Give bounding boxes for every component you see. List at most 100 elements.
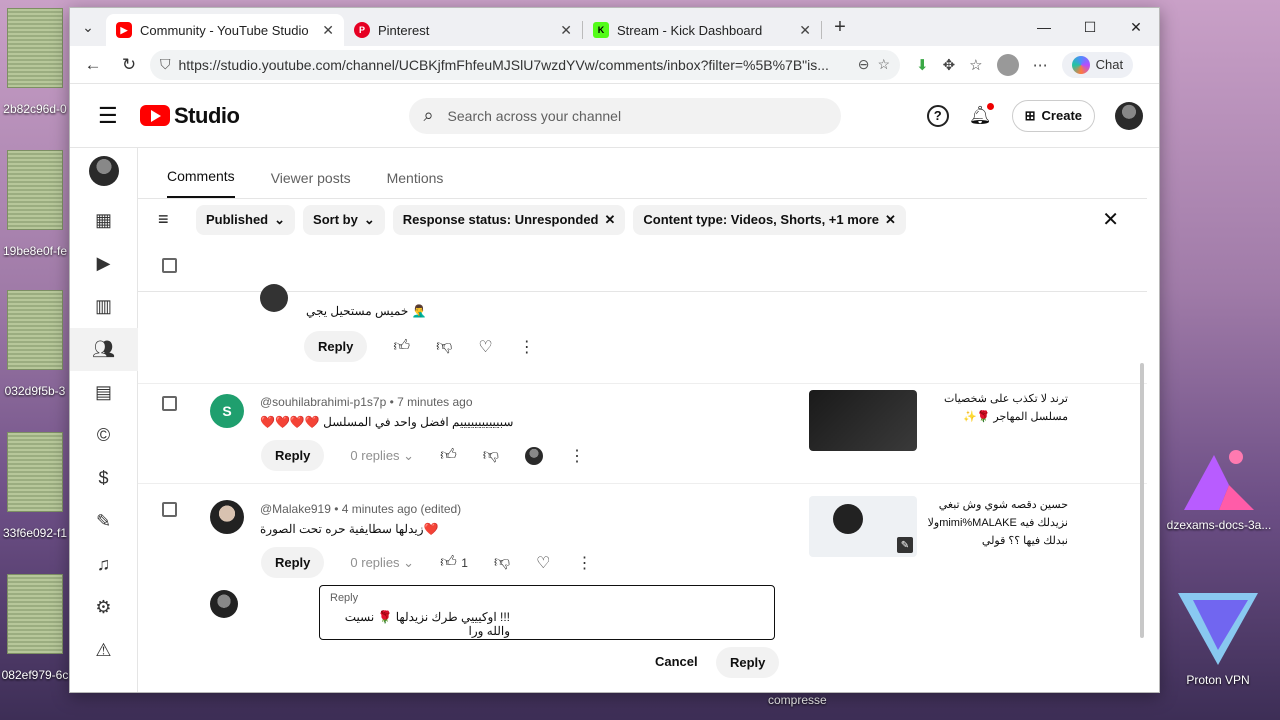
filter-icon[interactable]: ≡ <box>158 209 188 230</box>
response-status-filter[interactable]: Response status: Unresponded ✕ <box>392 204 626 235</box>
video-title[interactable]: حسين دقصه شوي وش تبغي نزيدلك فيه mimi%MA… <box>918 496 1068 550</box>
favorite-star-icon[interactable]: ☆ <box>877 56 890 73</box>
create-button[interactable]: ⊞ Create <box>1011 99 1095 132</box>
back-button[interactable]: ← <box>78 50 108 80</box>
comment-avatar <box>260 284 288 312</box>
dashboard-icon[interactable]: ▦ <box>70 199 138 242</box>
analytics-icon[interactable]: ▥ <box>70 285 138 328</box>
settings-icon[interactable]: ⚙ <box>70 586 138 629</box>
community-icon[interactable]: 👥︎ <box>70 328 138 371</box>
tab-list-dropdown[interactable]: ⌄ <box>70 8 106 46</box>
close-window-icon[interactable]: ✕ <box>1113 8 1159 46</box>
feedback-icon[interactable]: ⚠ <box>70 629 138 672</box>
search-input[interactable]: ⌕ Search across your channel <box>409 97 842 134</box>
comment-item: 🤦‍♂️ خميس مستحيل يجي Reply 👍︎ 👎︎ ♡ ⋮ <box>138 284 1147 369</box>
help-icon[interactable]: ? <box>926 104 949 127</box>
select-all-checkbox[interactable] <box>162 258 177 273</box>
tab-youtube-studio[interactable]: ▶ Community - YouTube Studio ✕ <box>106 14 344 46</box>
download-extension-icon[interactable]: ⬇ <box>916 56 929 74</box>
clear-filters-icon[interactable]: ✕ <box>1102 207 1119 232</box>
reply-button[interactable]: Reply <box>304 331 368 362</box>
extensions-icon[interactable]: ✥ <box>943 56 956 74</box>
heart-icon[interactable]: ♡ <box>536 553 550 573</box>
like-icon[interactable]: 👍︎ <box>393 337 410 356</box>
published-filter[interactable]: Published ⌄ <box>196 204 296 235</box>
maximize-icon[interactable]: ☐ <box>1067 8 1113 46</box>
dzexams-desktop-icon[interactable]: dzexams-docs-3a... <box>1160 445 1278 532</box>
select-all-row <box>138 240 1147 292</box>
replies-toggle[interactable]: 0 replies ⌄ <box>350 448 414 464</box>
audio-library-icon[interactable]: ♫ <box>70 543 138 586</box>
creator-heart-avatar[interactable] <box>525 446 544 465</box>
protonvpn-desktop-icon[interactable]: Proton VPN <box>1168 585 1268 687</box>
dislike-icon[interactable]: 👎︎ <box>483 446 499 465</box>
reply-textbox[interactable]: Reply !!! اوكيييي طرك نزيدلها 🌹 نسيت وال… <box>319 585 775 640</box>
tab-mentions[interactable]: Mentions <box>387 170 444 198</box>
tab-viewer-posts[interactable]: Viewer posts <box>271 170 351 198</box>
copilot-button[interactable]: Chat <box>1061 51 1134 78</box>
filter-label: Content type: Videos, Shorts, +1 more <box>643 212 880 227</box>
customization-icon[interactable]: ✎ <box>70 500 138 543</box>
tab-kick[interactable]: K Stream - Kick Dashboard ✕ <box>583 14 821 46</box>
content-icon[interactable]: ▶ <box>70 242 138 285</box>
protonvpn-logo-icon <box>1178 593 1258 665</box>
remove-filter-icon[interactable]: ✕ <box>605 212 616 228</box>
video-thumbnail[interactable] <box>809 390 917 451</box>
close-tab-icon[interactable]: ✕ <box>322 22 334 39</box>
desktop-icon-1[interactable]: 2b82c96d-0 <box>0 8 70 116</box>
more-actions-icon[interactable]: ⋮ <box>577 553 593 573</box>
like-icon[interactable]: 👍︎ <box>440 446 457 465</box>
sort-by-filter[interactable]: Sort by ⌄ <box>303 204 385 235</box>
heart-icon[interactable]: ♡ <box>478 337 492 357</box>
reply-author-avatar <box>210 590 238 618</box>
edit-icon[interactable]: ✎ <box>897 537 913 553</box>
desktop-icon-3[interactable]: 032d9f5b-3 <box>0 290 70 398</box>
remove-filter-icon[interactable]: ✕ <box>885 212 896 228</box>
dzexams-label: dzexams-docs-3a... <box>1166 518 1272 532</box>
copyright-icon[interactable]: © <box>70 414 138 457</box>
new-tab-button[interactable]: + <box>822 16 858 39</box>
tab-title: Stream - Kick Dashboard <box>617 22 763 38</box>
refresh-button[interactable]: ↻ <box>114 50 144 80</box>
more-actions-icon[interactable]: ⋮ <box>569 446 585 466</box>
like-icon[interactable]: 👍︎ 1 <box>440 553 468 572</box>
zoom-icon[interactable]: ⊖ <box>858 56 870 73</box>
channel-avatar[interactable] <box>88 156 119 186</box>
earn-icon[interactable]: $ <box>70 457 138 500</box>
video-title[interactable]: ترند لا تكذب على شخصيات مسلسل المهاجر 🌹✨ <box>918 390 1068 426</box>
comment-author[interactable]: @Malake919 <box>260 502 331 516</box>
video-thumbnail[interactable]: ✎ <box>809 496 917 557</box>
subtitles-icon[interactable]: ▤ <box>70 371 138 414</box>
site-info-icon[interactable]: ⛉ <box>160 56 171 73</box>
reply-button[interactable]: Reply <box>261 547 325 578</box>
menu-icon[interactable]: ☰ <box>98 103 138 129</box>
favorites-icon[interactable]: ☆ <box>969 56 982 74</box>
tab-pinterest[interactable]: P Pinterest ✕ <box>344 14 582 46</box>
cancel-button[interactable]: Cancel <box>655 654 698 669</box>
dislike-icon[interactable]: 👎︎ <box>436 337 452 356</box>
comment-checkbox[interactable] <box>162 396 177 411</box>
account-avatar[interactable] <box>1115 101 1143 130</box>
scrollbar[interactable] <box>1140 363 1144 638</box>
close-tab-icon[interactable]: ✕ <box>560 22 572 39</box>
url-field[interactable]: ⛉ https://studio.youtube.com/channel/UCB… <box>150 49 900 80</box>
tab-comments[interactable]: Comments <box>167 168 235 198</box>
desktop-icon-2[interactable]: 19be8e0f-fe <box>0 150 70 258</box>
replies-toggle[interactable]: 0 replies ⌄ <box>350 555 414 571</box>
submit-reply-button[interactable]: Reply <box>716 647 780 678</box>
reply-button[interactable]: Reply <box>261 440 325 471</box>
desktop-icon-4[interactable]: 33f6e092-f1 <box>0 432 70 540</box>
more-actions-icon[interactable]: ⋮ <box>519 337 535 357</box>
notifications-bell-icon[interactable]: 🔔︎ <box>969 103 994 126</box>
studio-logo[interactable]: Studio <box>140 103 240 129</box>
desktop-icon-5[interactable]: 082ef979-6c <box>0 574 70 682</box>
close-tab-icon[interactable]: ✕ <box>799 22 811 39</box>
comment-author[interactable]: @souhilabrahimi-p1s7p <box>260 395 386 409</box>
content-type-filter[interactable]: Content type: Videos, Shorts, +1 more ✕ <box>633 204 906 235</box>
reply-input-text[interactable]: !!! اوكيييي طرك نزيدلها 🌹 نسيت والله ورا <box>330 610 510 638</box>
profile-icon[interactable] <box>996 53 1019 76</box>
comment-checkbox[interactable] <box>162 502 177 517</box>
dislike-icon[interactable]: 👎︎ <box>494 553 510 572</box>
more-options-icon[interactable]: ⋯ <box>1033 56 1048 74</box>
minimize-icon[interactable]: — <box>1021 8 1067 46</box>
